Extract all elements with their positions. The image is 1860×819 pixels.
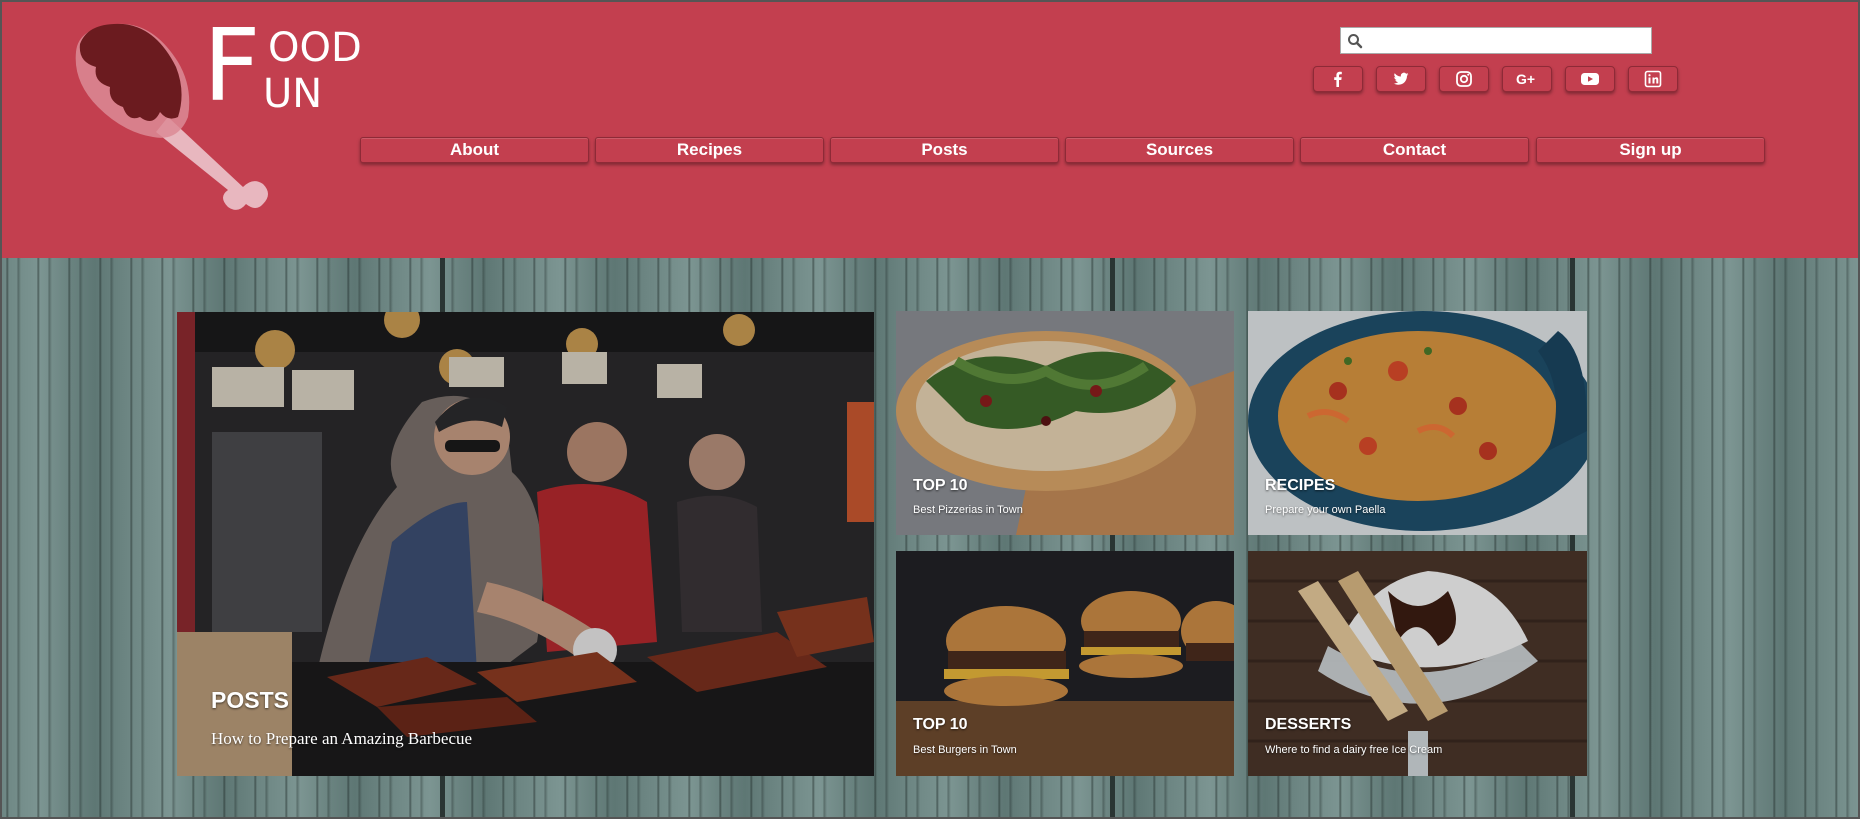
card-dessert-subtitle: Where to find a dairy free Ice Cream <box>1265 744 1443 756</box>
facebook-button[interactable] <box>1313 66 1363 92</box>
linkedin-icon <box>1644 70 1662 88</box>
svg-text:G+: G+ <box>1516 71 1535 87</box>
nav-about-label: About <box>449 140 500 159</box>
instagram-icon <box>1456 71 1472 87</box>
card-overlay <box>896 551 1234 776</box>
search-input[interactable] <box>1367 30 1647 52</box>
card-top10-burgers[interactable]: TOP 10 Best Burgers in Town <box>896 551 1234 776</box>
search-icon <box>1348 34 1363 49</box>
card-overlay <box>1248 551 1587 776</box>
card-paella-title: RECIPES <box>1265 477 1336 494</box>
nav-sources-label: Sources <box>1145 140 1214 159</box>
youtube-button[interactable] <box>1565 66 1615 92</box>
nav-recipes-button[interactable]: Recipes <box>595 137 824 163</box>
facebook-icon <box>1334 71 1342 87</box>
nav-sources-button[interactable]: Sources <box>1065 137 1294 163</box>
nav-recipes-label: Recipes <box>676 140 743 159</box>
card-posts-title: POSTS <box>211 687 289 713</box>
card-pizza-subtitle: Best Pizzerias in Town <box>913 504 1023 516</box>
search-box[interactable] <box>1340 27 1652 54</box>
card-dessert-title: DESSERTS <box>1265 716 1352 733</box>
card-desserts[interactable]: DESSERTS Where to find a dairy free Ice … <box>1248 551 1587 776</box>
youtube-icon <box>1581 73 1599 85</box>
card-recipes-paella[interactable]: RECIPES Prepare your own Paella <box>1248 311 1587 535</box>
nav-about-button[interactable]: About <box>360 137 589 163</box>
card-top10-pizzerias[interactable]: TOP 10 Best Pizzerias in Town <box>896 311 1234 535</box>
twitter-icon <box>1393 72 1409 85</box>
google-plus-button[interactable]: G+ <box>1502 66 1552 92</box>
instagram-button[interactable] <box>1439 66 1489 92</box>
card-overlay <box>1248 311 1587 535</box>
card-paella-subtitle: Prepare your own Paella <box>1265 504 1386 516</box>
card-burger-title: TOP 10 <box>913 716 968 733</box>
nav-signup-button[interactable]: Sign up <box>1536 137 1765 163</box>
site-header: F OOD UN G+ About Recipes Posts Sources … <box>0 0 1860 258</box>
nav-signup-label: Sign up <box>1619 140 1682 159</box>
food-fun-logo[interactable]: F OOD UN <box>68 16 368 222</box>
nav-posts-label: Posts <box>921 140 968 159</box>
nav-contact-label: Contact <box>1382 140 1447 159</box>
card-posts-bbq[interactable]: POSTS How to Prepare an Amazing Barbecue <box>177 312 874 776</box>
card-overlay <box>896 311 1234 535</box>
card-burger-subtitle: Best Burgers in Town <box>913 744 1017 756</box>
logo-text-un: UN <box>263 71 323 117</box>
nav-posts-button[interactable]: Posts <box>830 137 1059 163</box>
card-pizza-title: TOP 10 <box>913 477 968 494</box>
nav-contact-button[interactable]: Contact <box>1300 137 1529 163</box>
logo-letter-f: F <box>203 7 261 124</box>
google-plus-icon: G+ <box>1516 71 1535 87</box>
card-posts-subtitle: How to Prepare an Amazing Barbecue <box>211 729 473 748</box>
logo-text-ood: OOD <box>268 25 362 71</box>
twitter-button[interactable] <box>1376 66 1426 92</box>
linkedin-button[interactable] <box>1628 66 1678 92</box>
